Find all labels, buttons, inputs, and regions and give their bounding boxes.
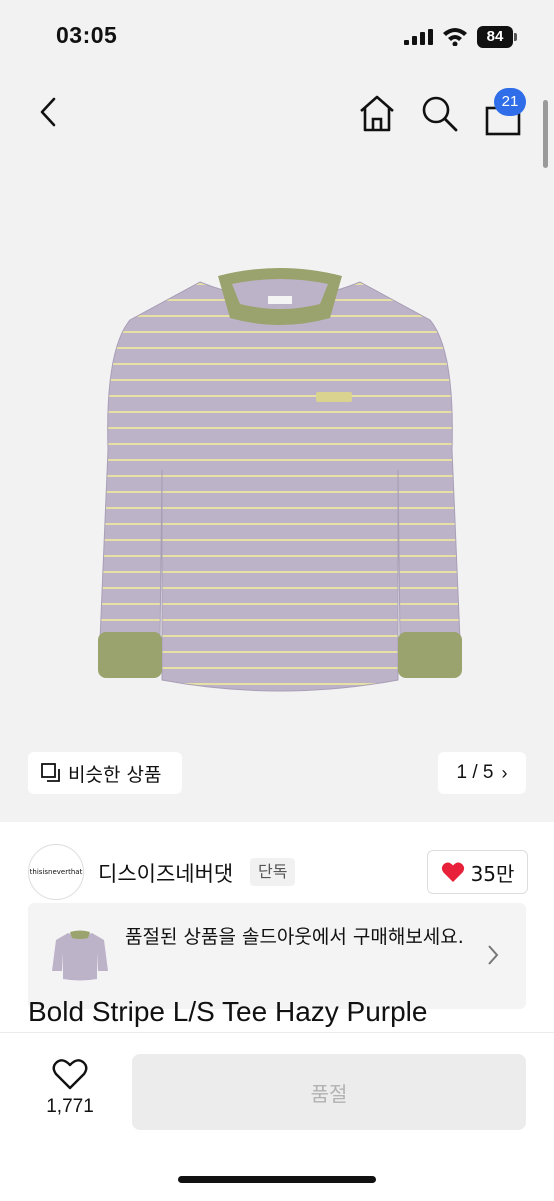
banner-thumbnail [52,930,108,981]
product-title: Bold Stripe L/S Tee Hazy Purple [28,996,428,1027]
similar-products-button[interactable]: 비슷한 상품 [28,752,182,794]
home-indicator [178,1176,376,1183]
status-time: 03:05 [56,22,118,48]
soldout-promo-banner[interactable]: 품절된 상품을 솔드아웃에서 구매해보세요. [28,903,526,1009]
brand-like-button[interactable]: 35만 [427,850,528,894]
heart-filled-icon [441,862,464,882]
brand-logo-text: thisisneverthat [29,868,83,876]
wifi-icon [443,28,467,46]
battery-indicator: 84 [477,26,513,48]
exclusive-badge: 단독 [250,858,296,886]
brand-logo[interactable]: thisisneverthat [28,844,84,900]
battery-tip [514,33,517,41]
soldout-banner-text: 품절된 상품을 솔드아웃에서 구매해보세요. [125,926,464,948]
scrollbar[interactable] [543,100,548,168]
back-icon[interactable] [32,94,68,130]
home-icon[interactable] [356,92,398,134]
status-bar: 03:05 84 [0,0,554,72]
search-icon[interactable] [418,92,460,134]
wishlist-button[interactable]: 1,771 [38,1058,102,1128]
signal-icon [404,29,433,45]
similar-products-label: 비슷한 상품 [68,763,162,786]
soldout-button: 품절 [132,1054,526,1130]
product-image[interactable] [80,240,480,720]
similar-items-icon [41,763,60,782]
chevron-right-icon: › [501,762,508,783]
heart-outline-icon [52,1059,88,1090]
chevron-right-icon [488,945,499,965]
image-pager-button[interactable]: 1 / 5 › [438,752,526,794]
cart-count-badge: 21 [494,88,526,116]
brand-name[interactable]: 디스이즈네버댓 [98,858,233,888]
brand-like-count: 35만 [470,861,515,886]
wishlist-count: 1,771 [46,1096,94,1117]
pager-label: 1 / 5 [456,762,494,783]
